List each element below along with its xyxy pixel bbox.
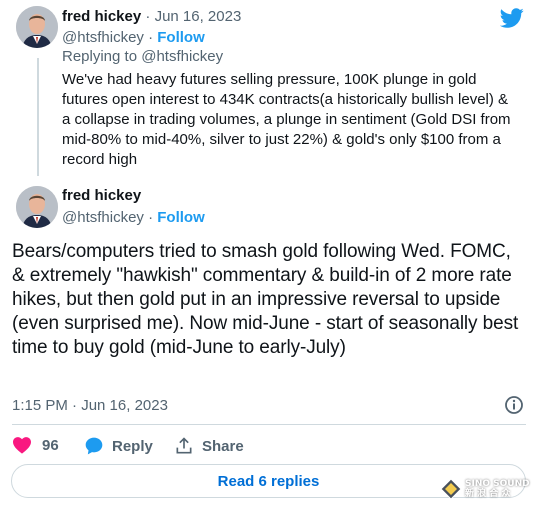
follow-button[interactable]: Follow: [157, 209, 205, 226]
speech-bubble-icon: [85, 437, 103, 455]
twitter-bird-icon[interactable]: [500, 6, 524, 30]
avatar-portrait-image: [16, 6, 58, 48]
follow-button[interactable]: Follow: [157, 29, 205, 46]
author-name[interactable]: fred hickey: [62, 187, 141, 204]
heart-icon: [13, 437, 31, 454]
author-name[interactable]: fred hickey: [62, 8, 141, 25]
share-button[interactable]: Share: [174, 436, 244, 456]
like-button[interactable]: 96: [12, 436, 59, 454]
replying-to-prefix: Replying to: [62, 48, 138, 65]
info-icon[interactable]: [504, 395, 524, 415]
watermark: SINO SOUND 新 浪 合 众: [440, 476, 532, 502]
header-separator: ·: [145, 8, 151, 25]
main-tweet-text: Bears/computers tried to smash gold foll…: [12, 241, 519, 358]
share-label: Share: [202, 437, 244, 455]
parent-tweet-text: We've had heavy futures selling pressure…: [62, 71, 511, 168]
replying-to: Replying to @htsfhickey: [62, 48, 223, 65]
reply-button[interactable]: Reply: [84, 436, 153, 456]
reply-label: Reply: [112, 437, 153, 455]
avatar-portrait-image: [16, 186, 58, 228]
share-upload-icon: [176, 437, 192, 454]
author-handle[interactable]: @htsfhickey: [62, 209, 144, 226]
parent-handle-row: @htsfhickey · Follow: [62, 29, 205, 46]
like-count: 96: [42, 436, 59, 454]
action-divider: [12, 424, 526, 425]
watermark-line-2: 新 浪 合 众: [465, 489, 511, 499]
handle-separator: ·: [148, 29, 154, 46]
main-handle-row: @htsfhickey · Follow: [62, 209, 205, 226]
main-avatar[interactable]: [16, 186, 58, 228]
parent-header: fred hickey · Jun 16, 2023: [62, 8, 241, 25]
thread-connector-line: [37, 58, 39, 176]
handle-separator: ·: [148, 209, 154, 226]
tweet-date[interactable]: Jun 16, 2023: [155, 8, 242, 25]
replying-to-handle[interactable]: @htsfhickey: [141, 48, 223, 65]
diamond-logo-icon: [440, 478, 462, 500]
author-handle[interactable]: @htsfhickey: [62, 29, 144, 46]
watermark-text-block: SINO SOUND 新 浪 合 众: [465, 479, 530, 499]
tweet-timestamp[interactable]: 1:15 PM · Jun 16, 2023: [12, 397, 168, 414]
parent-avatar[interactable]: [16, 6, 58, 48]
main-header: fred hickey: [62, 187, 141, 204]
watermark-line-1: SINO SOUND: [465, 479, 530, 489]
